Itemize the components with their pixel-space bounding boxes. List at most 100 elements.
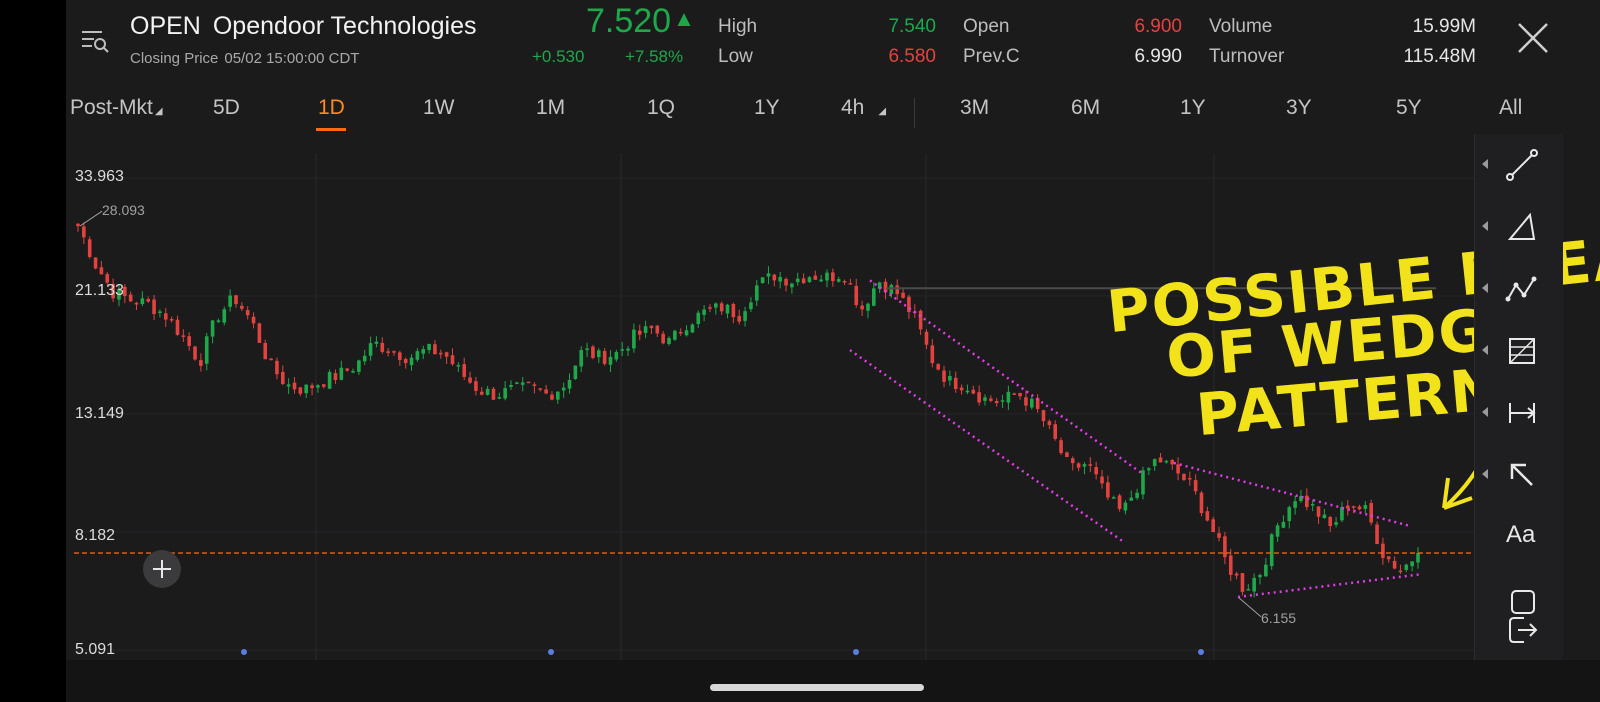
candle-body [1322,514,1327,519]
candle-body [491,388,496,400]
candle-body [374,341,379,344]
triangle-tool-icon[interactable] [1482,209,1540,245]
tab-3m[interactable]: 3M [960,96,989,120]
tab-1y[interactable]: 1Y [754,96,780,120]
candle-body [1000,400,1005,402]
candle-body [1111,497,1116,499]
measure-tool-icon[interactable] [1482,395,1540,431]
candle-body [784,278,788,286]
candle-body [836,279,841,282]
candle-body [263,343,268,360]
candle-body [1240,573,1245,592]
candle-body [1264,564,1268,577]
tab-1m[interactable]: 1M [536,96,565,120]
tab-5y[interactable]: 5Y [1396,96,1422,120]
candle-body [1275,525,1280,537]
low-value: 6.580 [888,46,936,67]
candle-body [240,305,244,309]
text-tool-button[interactable]: Aa [1506,521,1535,549]
candle-body [596,350,601,358]
add-crosshair-button[interactable] [143,550,181,588]
home-indicator[interactable] [710,684,924,691]
candle-body [977,392,981,403]
candle-body [298,387,303,394]
candle-body [918,310,923,330]
candle-body [1199,492,1204,514]
candle-body [1269,534,1274,567]
candle-body [936,364,940,370]
turnover-value: 115.48M [1403,46,1476,67]
candle-body [591,346,595,358]
status-label: Closing Price [130,50,219,67]
candle-body [1228,555,1233,575]
candle-body [497,397,502,399]
tab-1y-range[interactable]: 1Y [1180,96,1206,120]
tab-6m[interactable]: 6M [1071,96,1100,120]
candle-body [608,356,613,365]
candle-body [1117,495,1122,509]
candle-body [1246,589,1251,591]
candle-body [403,358,408,364]
trendline-tool-icon[interactable] [1482,147,1540,183]
candle-body [421,349,426,354]
tab-5d[interactable]: 5D [213,96,240,120]
candle-body [1176,464,1180,474]
candle-body [1129,497,1134,501]
stock-detail-screen: OPEN Opendoor Technologies Closing Price 0… [66,0,1600,702]
candle-body [737,316,742,322]
candle-body [556,391,560,400]
tab-all[interactable]: All [1499,96,1522,120]
candle-body [1047,421,1052,426]
candle-body [760,277,765,284]
close-icon[interactable] [1513,18,1553,58]
candle-body [1310,504,1315,506]
tab-3y[interactable]: 3Y [1286,96,1312,120]
candle-body [269,358,273,361]
candle-body [532,384,537,386]
y-axis-label: 33.963 [75,168,124,185]
candle-body [158,311,162,314]
candle-body [579,350,584,367]
ticker-symbol: OPEN [130,12,201,40]
candle-body [948,375,952,381]
time-marker-dot [853,649,859,655]
candle-body [181,335,186,337]
candle-body [1012,393,1017,395]
candle-body [1053,424,1058,439]
tab-1w[interactable]: 1W [423,96,455,120]
pattern-tool-icon[interactable] [1482,271,1540,307]
company-name: Opendoor Technologies [212,12,477,40]
menu-search-icon[interactable] [80,26,110,56]
candle-body [438,352,443,355]
candle-body [637,330,642,335]
exit-drawing-icon[interactable] [1504,612,1540,648]
max-price-leader [79,210,103,227]
tab-post-market[interactable]: Post-Mkt ◢ [70,96,163,120]
timeframe-tabs: Post-Mkt ◢ 5D 1D 1W 1M 1Q 1Y 4h ◢ 3M 6M 1Y… [66,90,1600,134]
candle-body [614,352,619,360]
candle-body [362,355,367,362]
candle-body [134,302,139,305]
candle-body [357,360,361,372]
candle-body [409,357,414,366]
candle-body [163,313,168,320]
candle-body [538,388,543,390]
fibonacci-tool-icon[interactable] [1482,333,1540,369]
tab-1d[interactable]: 1D [318,96,345,120]
candle-body [1070,458,1075,464]
candle-body [1059,440,1063,454]
candle-body [515,382,519,384]
arrow-tool-icon[interactable] [1482,457,1540,493]
open-value: 6.900 [1134,16,1182,37]
candle-body [1141,470,1145,495]
tab-1q[interactable]: 1Q [647,96,675,120]
candle-body [1094,467,1098,475]
min-price-leader [1237,596,1262,618]
candle-body [965,390,970,393]
candle-body [281,371,285,384]
tab-4h[interactable]: 4h ◢ [841,96,886,120]
candle-body [204,336,209,364]
candle-body [889,284,894,294]
candle-body [643,326,648,333]
candle-body [1357,506,1362,510]
